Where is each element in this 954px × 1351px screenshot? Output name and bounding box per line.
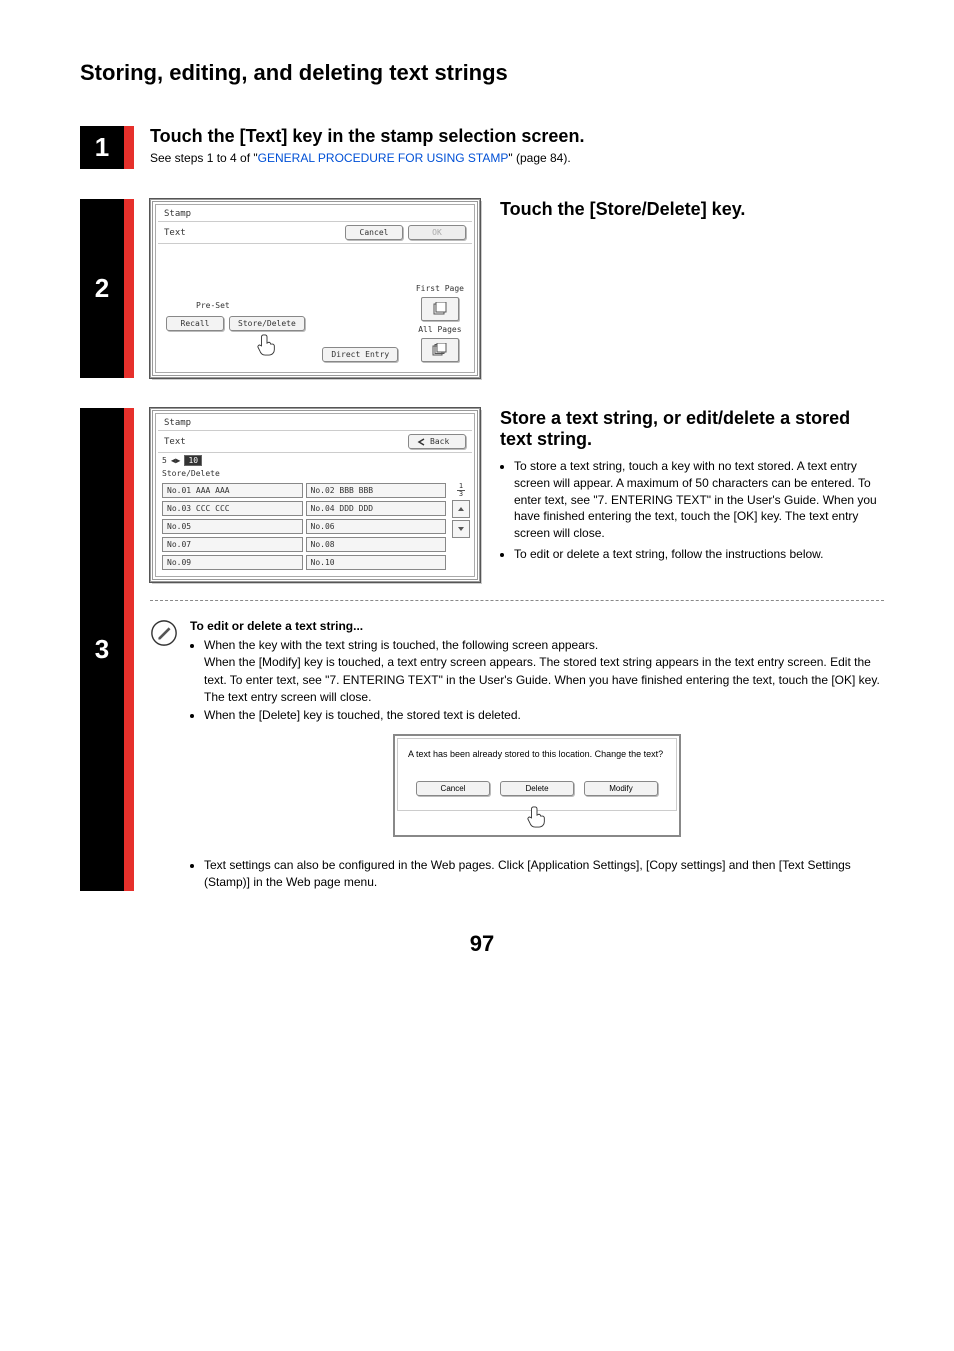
step-2: 2 Stamp Text Cancel OK [80, 199, 884, 378]
step1-heading: Touch the [Text] key in the stamp select… [150, 126, 884, 147]
recall-button[interactable]: Recall [166, 316, 224, 331]
text-slot[interactable]: No.06 [306, 519, 447, 534]
page-title: Storing, editing, and deleting text stri… [80, 60, 884, 86]
red-bar [124, 126, 134, 169]
note-footer-bullet: Text settings can also be configured in … [204, 857, 884, 892]
step1-line: See steps 1 to 4 of "GENERAL PROCEDURE F… [150, 151, 884, 165]
text-list-panel: Stamp Text Back 5 ◀▶ [150, 408, 480, 582]
confirm-dialog: A text has been already stored to this l… [393, 734, 681, 837]
panel-subtitle: Text [164, 437, 186, 447]
text-slot[interactable]: No.03 CCC CCC [162, 501, 303, 516]
step3-bullets: To store a text string, touch a key with… [500, 458, 884, 563]
pointer-hand-icon [526, 805, 548, 831]
text-slot-grid: No.01 AAA AAA No.02 BBB BBB No.03 CCC CC… [158, 479, 450, 574]
text-slot[interactable]: No.04 DDD DDD [306, 501, 447, 516]
cancel-button[interactable]: Cancel [345, 225, 403, 240]
step-1: 1 Touch the [Text] key in the stamp sele… [80, 126, 884, 169]
panel-breadcrumb: Stamp [158, 207, 472, 222]
all-pages-label: All Pages [418, 325, 461, 334]
dialog-cancel-button[interactable]: Cancel [416, 781, 490, 796]
scroll-down-button[interactable] [452, 520, 470, 538]
red-bar [124, 199, 134, 378]
text-slot[interactable]: No.10 [306, 555, 447, 570]
first-page-label: First Page [416, 284, 464, 293]
page-fraction: 1 3 [457, 483, 465, 498]
text-slot[interactable]: No.09 [162, 555, 303, 570]
text-slot[interactable]: No.05 [162, 519, 303, 534]
dialog-message: A text has been already stored to this l… [408, 749, 666, 761]
note-bullet: When the [Delete] key is touched, the st… [204, 707, 884, 724]
direct-entry-button[interactable]: Direct Entry [322, 347, 398, 362]
text-slot[interactable]: No.07 [162, 537, 303, 552]
text-slot[interactable]: No.02 BBB BBB [306, 483, 447, 498]
store-delete-label: Store/Delete [158, 468, 472, 479]
red-bar [124, 408, 134, 891]
pointer-hand-icon [256, 333, 278, 360]
note-title: To edit or delete a text string... [190, 619, 884, 633]
step3-heading: Store a text string, or edit/delete a st… [500, 408, 884, 450]
store-delete-button[interactable]: Store/Delete [229, 316, 305, 331]
step-3: 3 Stamp Text Back [80, 408, 884, 891]
dialog-delete-button[interactable]: Delete [500, 781, 574, 796]
scroll-up-button[interactable] [452, 500, 470, 518]
step-number: 3 [80, 408, 124, 891]
first-page-button[interactable] [421, 297, 459, 321]
text-slot[interactable]: No.01 AAA AAA [162, 483, 303, 498]
panel-subtitle: Text [164, 228, 186, 238]
page-counter: 5 ◀▶ 10 [158, 453, 472, 468]
back-button[interactable]: Back [408, 434, 466, 449]
text-slot[interactable]: No.08 [306, 537, 447, 552]
ok-button[interactable]: OK [408, 225, 466, 240]
text-stamp-panel: Stamp Text Cancel OK Pre-Set [150, 199, 480, 378]
dialog-modify-button[interactable]: Modify [584, 781, 658, 796]
step-number: 2 [80, 199, 124, 378]
step2-heading: Touch the [Store/Delete] key. [500, 199, 884, 220]
page-number: 97 [80, 931, 884, 957]
note-bullet: When the key with the text string is tou… [204, 637, 884, 707]
section-divider [150, 600, 884, 601]
stamp-procedure-link[interactable]: GENERAL PROCEDURE FOR USING STAMP [258, 151, 509, 165]
pencil-note-icon [150, 619, 178, 652]
preset-label: Pre-Set [196, 301, 230, 310]
panel-breadcrumb: Stamp [158, 416, 472, 431]
all-pages-button[interactable] [421, 338, 459, 362]
step-number: 1 [80, 126, 124, 169]
